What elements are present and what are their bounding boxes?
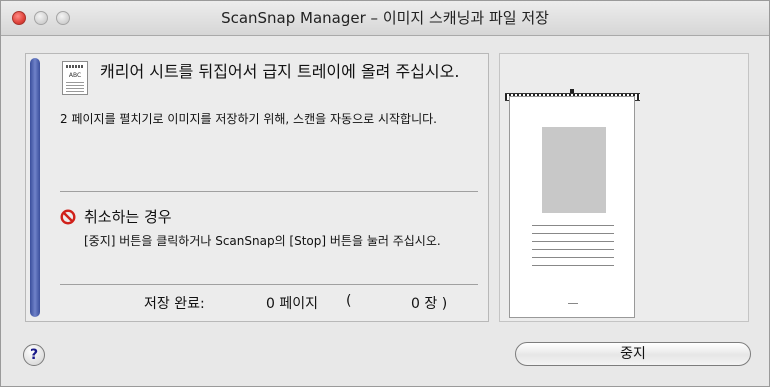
document-icon-edge xyxy=(66,65,84,68)
preview-text-line xyxy=(532,241,614,242)
saved-pages-count: 0 페이지 xyxy=(266,296,318,312)
progress-indicator-bar xyxy=(30,58,40,317)
preview-image-area xyxy=(542,127,606,213)
preview-text-line xyxy=(532,233,614,234)
document-icon-lines xyxy=(66,82,84,92)
preview-page-mark xyxy=(568,303,578,304)
status-panel: ABC 캐리어 시트를 뒤집어서 급지 트레이에 올려 주십시오. 2 페이지를… xyxy=(25,53,489,322)
main-instruction: 캐리어 시트를 뒤집어서 급지 트레이에 올려 주십시오. xyxy=(100,62,460,81)
document-icon-label: ABC xyxy=(68,72,82,79)
preview-text-line xyxy=(532,249,614,250)
preview-text-line xyxy=(532,265,614,266)
window-title: ScanSnap Manager – 이미지 스캐닝과 파일 저장 xyxy=(221,9,549,27)
section-divider xyxy=(60,191,478,192)
preview-text-line xyxy=(532,257,614,258)
title-bar[interactable]: ScanSnap Manager – 이미지 스캐닝과 파일 저장 xyxy=(1,1,769,36)
section-divider xyxy=(60,284,478,285)
prohibited-icon xyxy=(60,209,76,225)
help-button[interactable]: ? xyxy=(23,344,45,366)
sub-instruction: 2 페이지를 펼치기로 이미지를 저장하기 위해, 스캔을 자동으로 시작합니다… xyxy=(60,112,437,126)
document-icon: ABC xyxy=(62,61,88,95)
scansnap-window: ScanSnap Manager – 이미지 스캐닝과 파일 저장 ABC 캐리… xyxy=(0,0,770,387)
cancel-description: [중지] 버튼을 클릭하거나 ScanSnap의 [Stop] 버튼을 눌러 주… xyxy=(84,234,441,248)
carrier-sheet-preview xyxy=(499,53,749,322)
saved-paren-open: ( xyxy=(346,293,352,309)
cancel-title: 취소하는 경우 xyxy=(84,208,172,226)
carrier-sheet-marker xyxy=(570,89,574,93)
carrier-sheet-paper xyxy=(509,96,635,318)
stop-button[interactable]: 중지 xyxy=(515,342,751,366)
saved-sheets-count: 0 장 ) xyxy=(411,296,448,312)
saved-label: 저장 완료: xyxy=(144,296,205,312)
preview-text-line xyxy=(532,225,614,226)
